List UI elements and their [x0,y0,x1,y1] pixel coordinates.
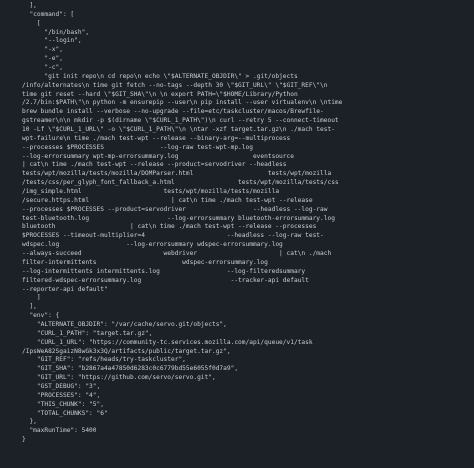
json-viewer: ], "command": [ [ "/bin/bash", "--login"… [0,0,474,468]
code-line: filter-intermittents wdspec-errorsummary… [22,258,268,266]
code-line: wdspec.log --log-errorsummary wdspec-err… [22,241,283,249]
code-line: "GIT_URL": "https://github.com/servo/ser… [22,374,216,382]
code-line: brew bundle install --verbose --no-upgra… [22,108,324,116]
code-line: "git init repo\n cd repo\n echo \"$ALTER… [22,72,298,80]
code-line: ], [22,303,37,311]
code-line: "ALTERNATE_OBJDIR": "/var/cache/servo.gi… [22,320,227,328]
code-line: "CURL_1_PATH": "target.tar.gz", [22,329,153,337]
code-line: "/bin/bash", [22,28,90,36]
code-line: --log-intermittents intermittents.log --… [22,267,306,275]
code-line: ] [22,294,41,302]
code-line: $PROCESSES --timeout-multiplier=4 --head… [22,232,324,240]
code-line: [ [22,19,41,27]
code-line: "-e", [22,55,63,63]
code-line: | cat\n time ./mach test-wpt --release -… [22,161,287,169]
code-line: /img_simple.html tests/wpt/mozilla/tests… [22,188,280,196]
code-line: "THIS_CHUNK": "5", [22,400,104,408]
code-line: "maxRunTime": 5400 [22,427,97,435]
code-line: bluetooth | cat\n time ./mach test-wpt -… [22,223,317,231]
code-line: ], [22,2,37,9]
code-line: "env": { [22,312,60,320]
code-line: "-x", [22,46,63,54]
code-line: /info/alternates\n time git fetch --no-t… [22,81,328,89]
code-line: "GIT_REF": "refs/heads/try-taskcluster", [22,356,186,364]
code-line: time git reset --hard \"$GIT_SHA\"\n \n … [22,90,298,98]
code-line: "command": [ [22,10,75,18]
code-line: gstreamer\n\n mkdir -p $(dirname \"$CURL… [22,117,339,125]
code-line: --processes $PROCESSES --log-raw test-wp… [22,143,253,151]
code-line: --processes $PROCESSES --product=servodr… [22,205,328,213]
code-line: filtered-wdspec-errorsummary.log --track… [22,276,309,284]
code-line: --reporter-api default" [22,285,108,293]
code-line: --always-succeed webdriver | cat\n ./mac… [22,250,332,258]
code-line: 10 -Lf \"$CURL_1_URL\" -o \"$CURL_1_PATH… [22,126,335,134]
code-line: /secure.https.html | cat\n time ./mach t… [22,196,313,204]
code-line: tests/wpt/mozilla/tests/mozilla/DOMParse… [22,170,332,178]
code-line: "TOTAL_CHUNKS": "6" [22,409,108,417]
code-line: "PROCESSES": "4", [22,391,101,399]
code-line: test-bluetooth.log --log-errorsummary bl… [22,214,335,222]
code-line: --log-errorsummary wpt-mp-errorsummary.l… [22,152,294,160]
code-line: "CURL_1_URL": "https://community-tc.serv… [22,338,313,346]
code-line: } [22,436,26,444]
code-block: ], "command": [ [ "/bin/bash", "--login"… [22,2,460,445]
code-line: /2.7/bin:$PATH\"\n python -m ensurepip -… [22,99,343,107]
code-line: "GST_DEBUG": "3", [22,382,101,390]
code-line: "-c", [22,64,63,72]
code-line: }, [22,418,37,426]
code-line: "--login", [22,37,82,45]
code-line: "GIT_SHA": "b2867a4a47850d6283c0c6779bd5… [22,365,239,373]
code-line: /tests/css/per_glyph_font_fallback_a.htm… [22,179,339,187]
code-line: /IpsWeA82SgaizN8wGk3x3Q/artifacts/public… [22,347,231,355]
code-line: wpt-failure\n time ./mach test-wpt --rel… [22,134,291,142]
